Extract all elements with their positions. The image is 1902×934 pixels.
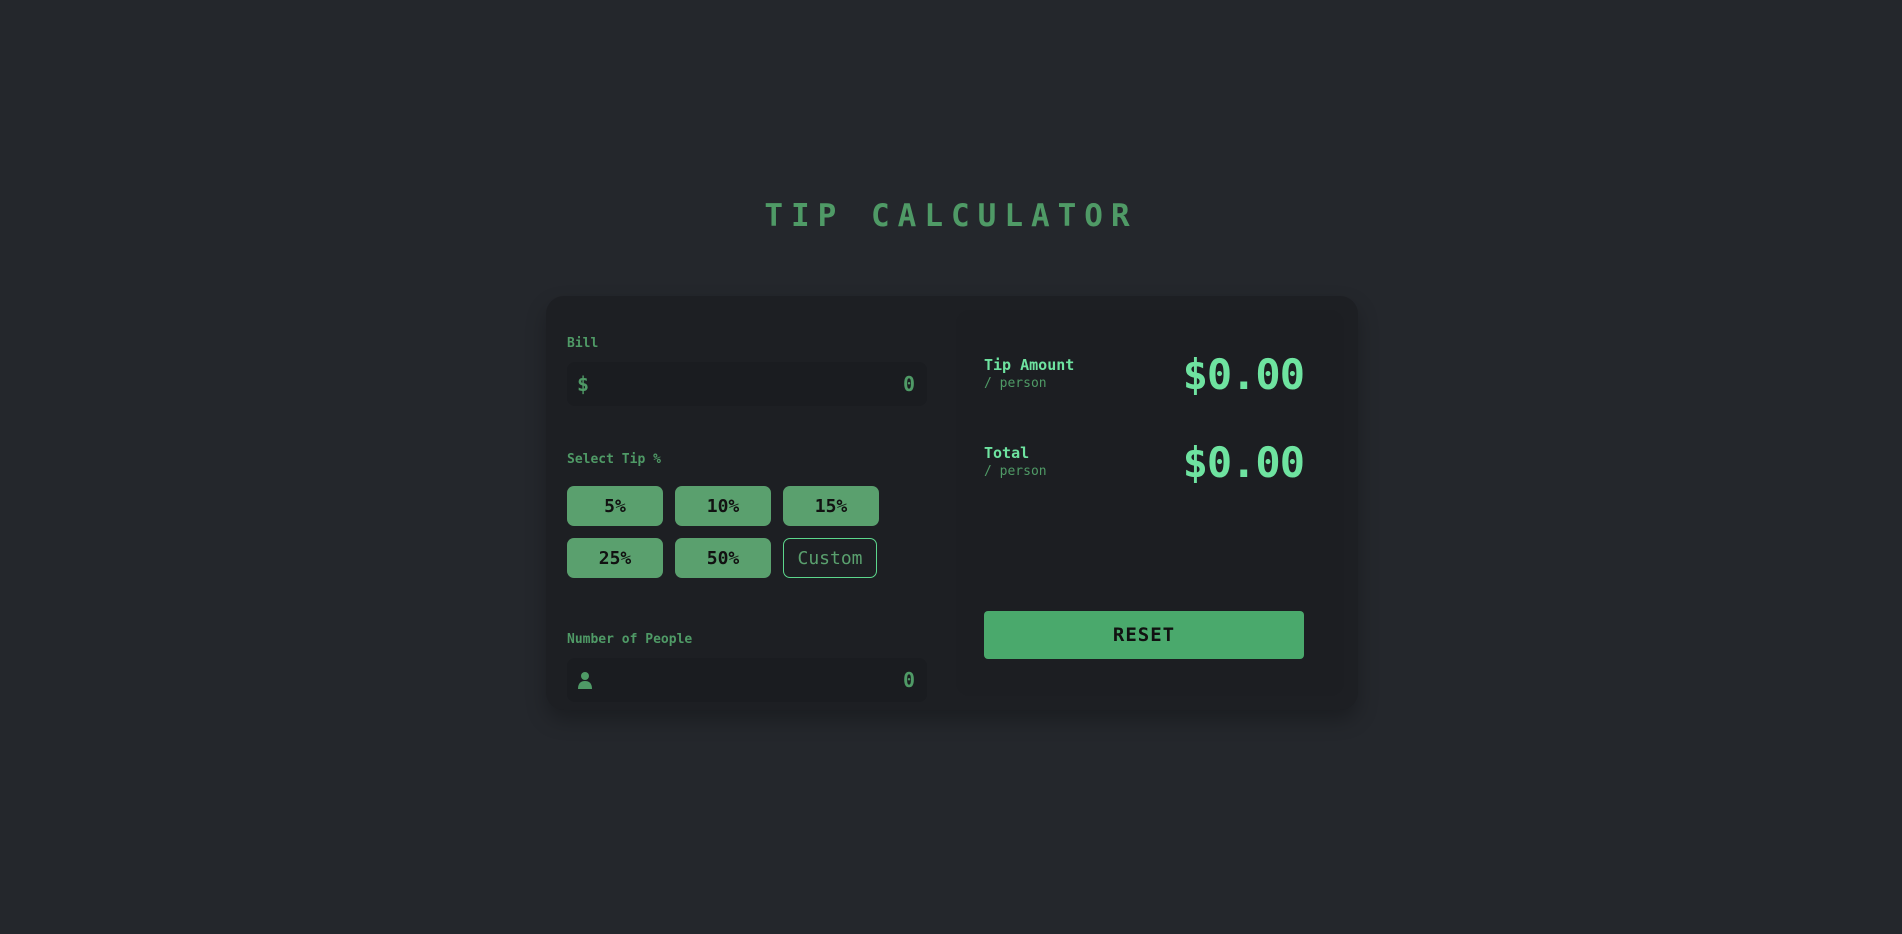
bill-input[interactable]: 0 (715, 362, 915, 406)
bill-label: Bill (567, 336, 599, 351)
tip-amount-per-person: / person (984, 376, 1047, 391)
tip-amount-label: Tip Amount (984, 356, 1075, 374)
people-label: Number of People (567, 632, 693, 647)
bill-input-box[interactable]: $ 0 (567, 362, 927, 406)
results-panel: Tip Amount / person $0.00 Total / person… (956, 310, 1344, 696)
tip-amount-row: Tip Amount / person $0.00 (984, 350, 1305, 406)
total-per-person: / person (984, 464, 1047, 479)
people-input-box[interactable]: 0 (567, 658, 927, 702)
select-tip-label: Select Tip % (567, 452, 661, 467)
tip-custom-input[interactable]: Custom (783, 538, 877, 578)
tip-50-button[interactable]: 50% (675, 538, 771, 578)
tip-25-button[interactable]: 25% (567, 538, 663, 578)
people-input[interactable]: 0 (715, 658, 915, 702)
dollar-icon: $ (577, 372, 590, 396)
total-row: Total / person $0.00 (984, 438, 1305, 494)
total-value: $0.00 (1182, 438, 1305, 487)
tip-5-button[interactable]: 5% (567, 486, 663, 526)
tip-15-button[interactable]: 15% (783, 486, 879, 526)
total-label: Total (984, 444, 1030, 462)
input-panel: Bill $ 0 Select Tip % 5% 10% 15% 25% 50%… (567, 296, 927, 710)
tip-10-button[interactable]: 10% (675, 486, 771, 526)
reset-button[interactable]: RESET (984, 611, 1304, 659)
app-title: TIP CALCULATOR (764, 198, 1138, 234)
calculator-card: Bill $ 0 Select Tip % 5% 10% 15% 25% 50%… (546, 296, 1358, 710)
person-icon (577, 658, 593, 702)
tip-amount-value: $0.00 (1182, 350, 1305, 399)
